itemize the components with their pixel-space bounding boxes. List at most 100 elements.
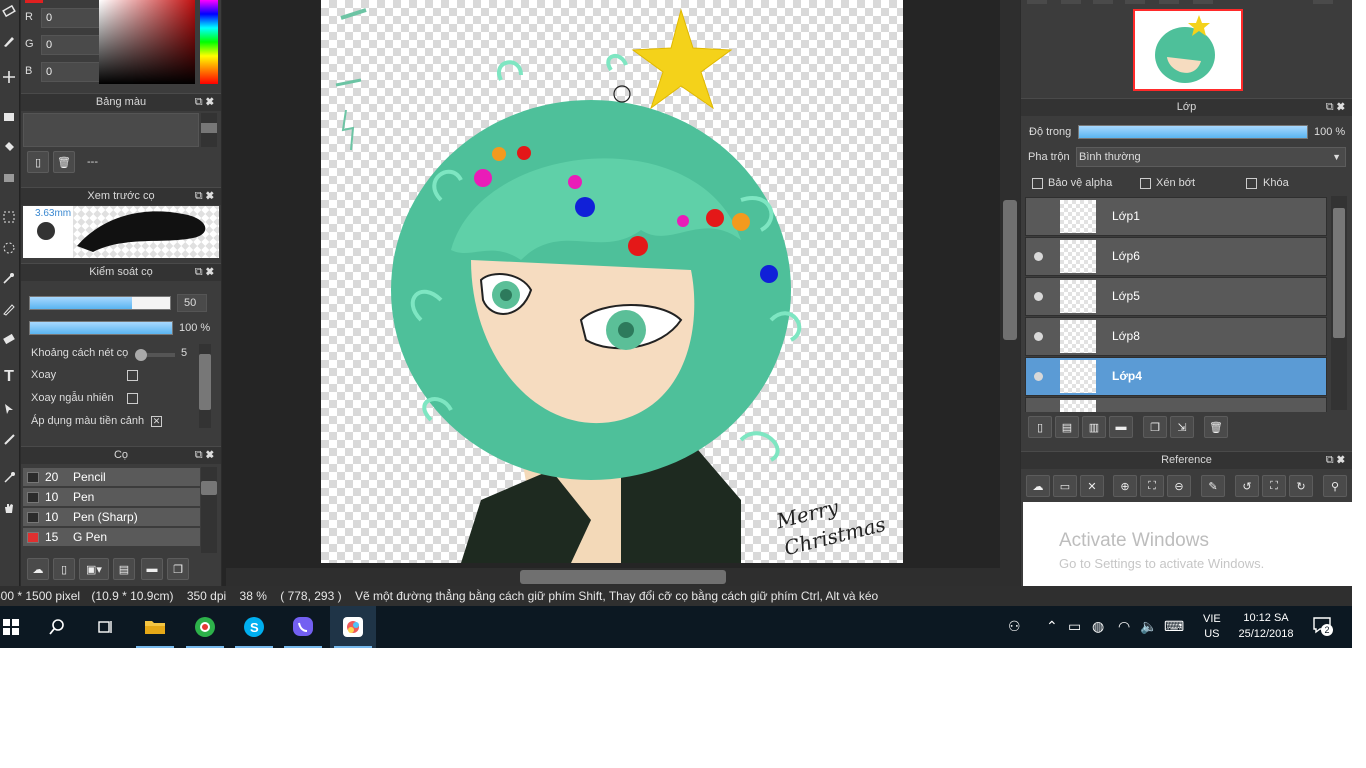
brush-size-slider[interactable] <box>29 296 171 310</box>
layer-row[interactable]: Lớp5 <box>1025 277 1327 316</box>
brush-properties-icon[interactable]: ▤ <box>113 558 135 580</box>
panel-float-close-icons[interactable]: ⧉✖ <box>195 188 217 205</box>
merge-down-icon[interactable]: ⇲ <box>1170 416 1194 438</box>
reference-cloud-icon[interactable]: ☁ <box>1026 475 1050 497</box>
navigator-thumbnail[interactable] <box>1133 9 1243 91</box>
skype-icon[interactable]: S <box>231 606 277 648</box>
battery-icon[interactable]: ▭ <box>1068 618 1081 635</box>
new-brush-icon[interactable]: ▯ <box>53 558 75 580</box>
lock-checkbox[interactable] <box>1246 178 1257 189</box>
show-hidden-icons-icon[interactable]: ⌃ <box>1046 618 1058 635</box>
select-tool-icon[interactable] <box>0 206 18 228</box>
rotate-right-icon[interactable]: ↻ <box>1289 475 1313 497</box>
magic-wand-icon[interactable] <box>0 267 18 289</box>
layer-row[interactable]: Lớp6 <box>1025 237 1327 276</box>
saturation-value-picker[interactable] <box>99 0 195 84</box>
layer-row-partial[interactable] <box>1025 397 1327 412</box>
layer-list-scrollbar[interactable] <box>1331 196 1347 410</box>
coccoc-browser-icon[interactable] <box>182 606 228 648</box>
navigator-button[interactable] <box>1093 0 1113 4</box>
action-center-icon[interactable]: 2 <box>1312 616 1333 636</box>
apply-fg-checkbox[interactable]: ✕ <box>151 416 162 427</box>
reference-pin-icon[interactable]: ⚲ <box>1323 475 1347 497</box>
navigator-button[interactable] <box>1193 0 1213 4</box>
navigator-button[interactable] <box>1061 0 1081 4</box>
search-icon[interactable] <box>34 606 80 648</box>
palette-scrollbar[interactable] <box>201 113 217 147</box>
brush-cloud-icon[interactable]: ☁ <box>27 558 49 580</box>
layer-row-selected[interactable]: Lớp4 <box>1025 357 1327 396</box>
zoom-out-icon[interactable]: ⊖ <box>1167 475 1191 497</box>
navigator-button[interactable] <box>1125 0 1145 4</box>
eyedropper-icon[interactable]: ✎ <box>1201 475 1225 497</box>
wifi-icon[interactable]: ◠ <box>1118 618 1130 635</box>
operation-tool-icon[interactable] <box>0 398 18 420</box>
lasso-tool-icon[interactable] <box>0 237 18 259</box>
hand-tool-icon[interactable] <box>0 497 18 519</box>
fullscreen-icon[interactable]: ⛶ <box>1262 475 1286 497</box>
random-rotate-checkbox[interactable] <box>127 393 138 404</box>
hue-slider[interactable] <box>200 0 218 84</box>
reference-close-icon[interactable]: ✕ <box>1080 475 1104 497</box>
blend-mode-select[interactable]: Bình thường ▼ <box>1076 147 1346 167</box>
move-tool-icon[interactable] <box>0 66 18 88</box>
canvas-horizontal-scrollbar[interactable] <box>226 568 1020 586</box>
people-icon[interactable]: ⚇ <box>1008 618 1021 635</box>
brush-list-scrollbar[interactable] <box>201 467 217 553</box>
navigator-button[interactable] <box>1159 0 1179 4</box>
protect-alpha-checkbox[interactable] <box>1032 178 1043 189</box>
panel-float-close-icons[interactable]: ⧉✖ <box>195 447 217 464</box>
layer-row[interactable]: Lớp1 <box>1025 197 1327 236</box>
layer-row[interactable]: Lớp8 <box>1025 317 1327 356</box>
brush-duplicate-icon[interactable]: ❐ <box>167 558 189 580</box>
viber-icon[interactable] <box>280 606 326 648</box>
navigator-button[interactable] <box>1313 0 1333 4</box>
panel-float-close-icons[interactable]: ⧉✖ <box>1326 99 1348 116</box>
select-eraser-icon[interactable] <box>0 328 18 350</box>
eyedropper-alt-icon[interactable] <box>0 466 18 488</box>
reference-open-icon[interactable]: ▭ <box>1053 475 1077 497</box>
select-pen-icon[interactable] <box>0 298 18 320</box>
fit-icon[interactable]: ⛶ <box>1140 475 1164 497</box>
visibility-eye-icon[interactable] <box>1034 332 1043 341</box>
rotate-checkbox[interactable] <box>127 370 138 381</box>
medibang-app-icon[interactable] <box>330 606 376 648</box>
visibility-eye-icon[interactable] <box>1034 252 1043 261</box>
navigator-button[interactable] <box>1027 0 1047 4</box>
spacing-slider[interactable] <box>135 349 175 361</box>
layer-opacity-slider[interactable] <box>1078 125 1308 139</box>
visibility-eye-icon[interactable] <box>1034 292 1043 301</box>
eyedropper-tool-icon[interactable] <box>0 428 18 450</box>
brush-folder-icon[interactable]: ▬ <box>141 558 163 580</box>
new-1bit-layer-icon[interactable]: ▥ <box>1082 416 1106 438</box>
new-palette-icon[interactable]: ▯ <box>27 151 49 173</box>
file-explorer-icon[interactable] <box>132 606 178 648</box>
brush-item[interactable]: 15 G Pen <box>23 528 200 547</box>
delete-layer-icon[interactable]: 🗑 <box>1204 416 1228 438</box>
duplicate-layer-icon[interactable]: ❐ <box>1143 416 1167 438</box>
new-halftone-layer-icon[interactable]: ▤ <box>1055 416 1079 438</box>
task-view-icon[interactable] <box>82 606 128 648</box>
fill-tool-icon[interactable] <box>0 136 18 158</box>
clock[interactable]: 10:12 SA 25/12/2018 <box>1232 610 1300 642</box>
keyboard-icon[interactable]: ⌨ <box>1164 618 1184 635</box>
eraser-tool-icon[interactable] <box>0 0 18 22</box>
brush-item[interactable]: 20 Pencil <box>23 468 200 487</box>
delete-palette-icon[interactable]: 🗑 <box>53 151 75 173</box>
new-layer-icon[interactable]: ▯ <box>1028 416 1052 438</box>
brush-add-dropdown-icon[interactable]: ▣▾ <box>79 558 109 580</box>
canvas-vertical-scrollbar[interactable] <box>1000 0 1020 568</box>
brush-tool-icon[interactable] <box>0 30 18 52</box>
brush-opacity-slider[interactable] <box>29 321 173 335</box>
panel-float-close-icons[interactable]: ⧉✖ <box>195 94 217 111</box>
foreground-color-swatch[interactable] <box>25 0 43 3</box>
text-tool-icon[interactable]: T <box>0 366 18 388</box>
rectangle-tool-icon[interactable] <box>0 106 18 128</box>
brush-item[interactable]: 10 Pen (Sharp) <box>23 508 200 527</box>
palette-swatch-area[interactable] <box>23 113 199 147</box>
brush-item[interactable]: 10 Pen <box>23 488 200 507</box>
panel-float-close-icons[interactable]: ⧉✖ <box>195 264 217 281</box>
gradient-tool-icon[interactable] <box>0 167 18 189</box>
input-language[interactable]: VIE US <box>1203 612 1221 642</box>
visibility-eye-icon[interactable] <box>1034 372 1043 381</box>
